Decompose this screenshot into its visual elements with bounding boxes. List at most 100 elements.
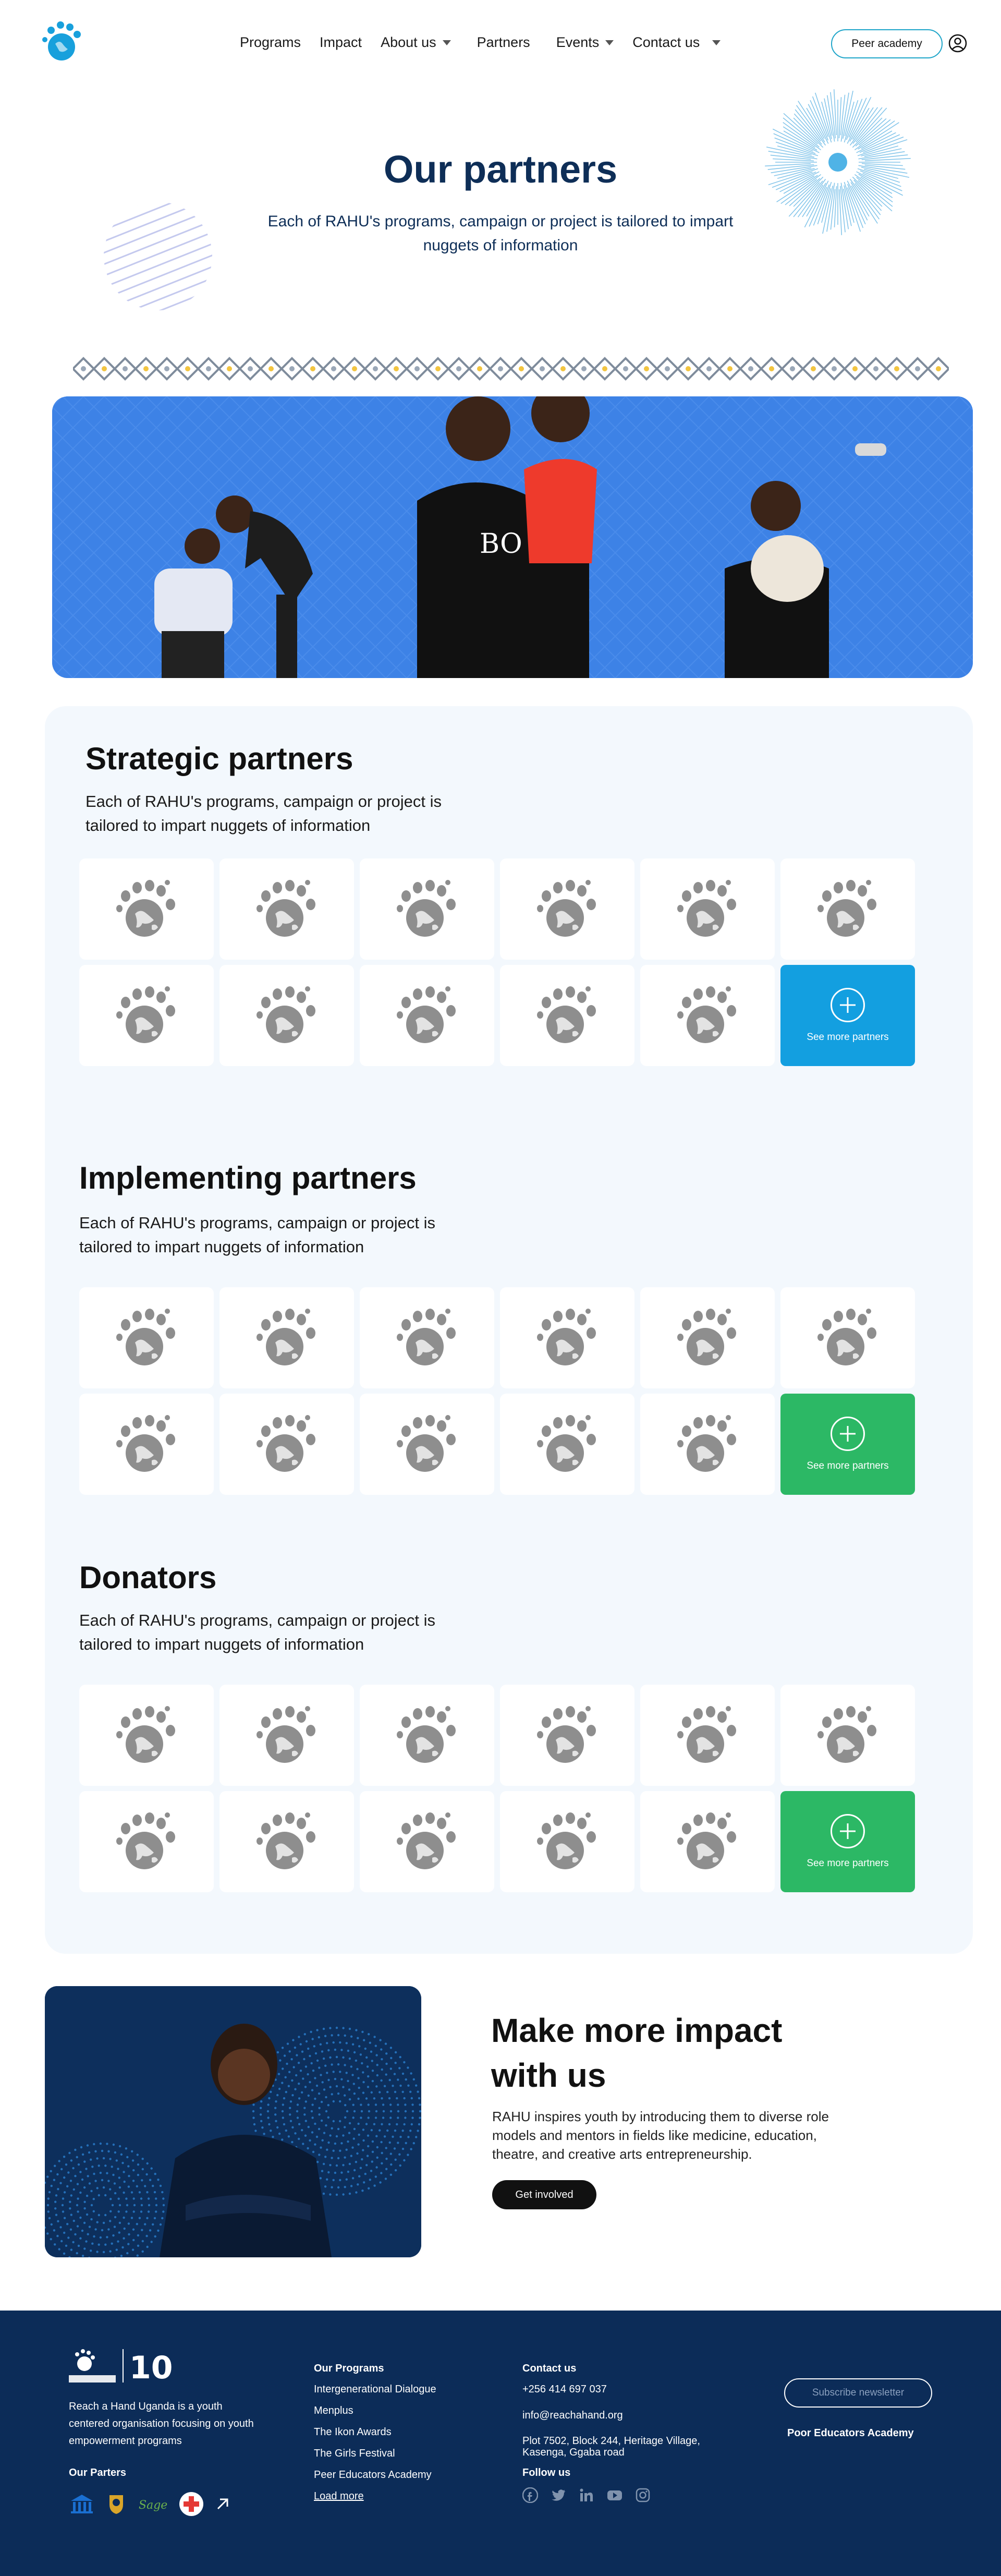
partner-hand-logo-icon (257, 1309, 315, 1365)
partner-hand-logo-icon (116, 986, 175, 1043)
footer-program-link[interactable]: Peer Educators Academy (314, 2469, 436, 2481)
partner-logo-card[interactable] (640, 1394, 775, 1495)
partner-hand-logo-icon (537, 1309, 596, 1365)
partner-hand-logo-icon (537, 880, 596, 937)
partner-logo-card[interactable] (640, 965, 775, 1066)
partner-logo-card[interactable] (219, 858, 354, 960)
partner-hand-logo-icon (677, 1415, 736, 1472)
partner-logo-card[interactable] (640, 858, 775, 960)
chevron-down-icon (712, 40, 721, 45)
get-involved-button[interactable]: Get involved (492, 2180, 596, 2209)
partner-logo-card[interactable] (219, 965, 354, 1066)
partner-logo-card[interactable] (500, 1394, 634, 1495)
see-more-partners-button[interactable]: See more partners (780, 1791, 915, 1892)
footer-programs-heading: Our Programs (314, 2363, 384, 2374)
partner-logo-card[interactable] (640, 1685, 775, 1786)
user-account-icon[interactable] (948, 33, 968, 53)
partner-logo-card[interactable] (780, 1287, 915, 1388)
nav-impact[interactable]: Impact (320, 34, 362, 51)
rahu-logo-icon[interactable] (40, 19, 87, 66)
plus-icon (831, 988, 865, 1022)
footer-program-link[interactable]: The Ikon Awards (314, 2426, 436, 2438)
partner-logo-card[interactable] (219, 1394, 354, 1495)
partner-hand-logo-icon (397, 880, 456, 937)
nav-events[interactable]: Events (556, 34, 614, 51)
partner-logo-card[interactable] (360, 1287, 494, 1388)
nav-about[interactable]: About us (381, 34, 451, 51)
nav-partners-label: Partners (477, 34, 530, 50)
chevron-down-icon (605, 40, 614, 45)
footer-program-link[interactable]: Menplus (314, 2404, 436, 2417)
footer-logo-icon[interactable]: 10 (69, 2348, 173, 2385)
partner-hand-logo-icon (817, 1706, 876, 1763)
partner-logo-card[interactable] (360, 965, 494, 1066)
partner-hand-logo-icon (257, 1415, 315, 1472)
svg-text:Sage: Sage (139, 2499, 167, 2512)
section-desc-strategic: Each of RAHU's programs, campaign or pro… (86, 792, 442, 835)
partner-logo-card[interactable] (640, 1287, 775, 1388)
partner-hand-logo-icon (537, 1415, 596, 1472)
footer-program-link[interactable]: Intergenerational Dialogue (314, 2383, 436, 2396)
partner-logo-card[interactable] (219, 1791, 354, 1892)
partner-hand-logo-icon (537, 1812, 596, 1869)
linkedin-icon[interactable] (579, 2487, 594, 2503)
partner-logo-card[interactable] (360, 1791, 494, 1892)
partner-logo-card[interactable] (500, 1685, 634, 1786)
section-title-donators: Donators (79, 1560, 217, 1595)
partner-logo-card[interactable] (500, 858, 634, 960)
arrow-up-right-icon[interactable] (214, 2495, 231, 2513)
footer-contact-heading: Contact us (522, 2363, 577, 2374)
footer-contact: Contact us +256 414 697 037 info@reachah… (522, 2363, 731, 2503)
red-cross-logo-icon[interactable] (178, 2491, 204, 2517)
nav-programs[interactable]: Programs (240, 34, 301, 51)
peer-academy-button[interactable]: Peer academy (831, 29, 943, 58)
coat-of-arms-icon[interactable] (104, 2492, 128, 2516)
partner-logo-card[interactable] (500, 965, 634, 1066)
footer-phone[interactable]: +256 414 697 037 (522, 2383, 731, 2396)
partner-logo-card[interactable] (79, 1685, 214, 1786)
partner-hand-logo-icon (677, 1812, 736, 1869)
partner-logo-card[interactable] (640, 1791, 775, 1892)
footer-academy-link[interactable]: Poor Educators Academy (787, 2427, 914, 2439)
facebook-icon[interactable] (522, 2487, 538, 2503)
strategic-partners-grid: See more partners (79, 858, 915, 1066)
footer-partners-heading: Our Parters (69, 2467, 127, 2478)
impact-text: RAHU inspires youth by introducing them … (492, 2109, 829, 2162)
partner-logo-card[interactable] (780, 858, 915, 960)
partner-logo-card[interactable] (780, 1685, 915, 1786)
partner-logo-card[interactable] (219, 1287, 354, 1388)
footer-program-link[interactable]: The Girls Festival (314, 2447, 436, 2460)
partner-hand-logo-icon (116, 1415, 175, 1472)
partner-hand-logo-icon (677, 880, 736, 937)
partner-hand-logo-icon (116, 1812, 175, 1869)
instagram-icon[interactable] (635, 2487, 651, 2503)
partner-logo-card[interactable] (79, 1287, 214, 1388)
partner-logo-card[interactable] (360, 858, 494, 960)
footer-description: Reach a Hand Uganda is a youth centered … (69, 2401, 254, 2447)
page-title: Our partners (383, 148, 618, 191)
partner-logo-icon[interactable]: Sage (138, 2492, 169, 2516)
partner-logo-card[interactable] (500, 1791, 634, 1892)
nav-partners[interactable]: Partners (477, 34, 530, 51)
load-more-link[interactable]: Load more (314, 2490, 364, 2502)
donators-grid: See more partners (79, 1685, 915, 1892)
partner-logo-card[interactable] (360, 1685, 494, 1786)
see-more-partners-button[interactable]: See more partners (780, 965, 915, 1066)
partner-logo-card[interactable] (219, 1685, 354, 1786)
youtube-icon[interactable] (607, 2487, 622, 2503)
partner-hand-logo-icon (397, 986, 456, 1043)
partner-logo-card[interactable] (79, 965, 214, 1066)
partner-logo-card[interactable] (79, 858, 214, 960)
partner-hand-logo-icon (537, 986, 596, 1043)
see-more-partners-button[interactable]: See more partners (780, 1394, 915, 1495)
footer-email[interactable]: info@reachahand.org (522, 2409, 731, 2422)
subscribe-newsletter-button[interactable]: Subscribe newsletter (784, 2378, 932, 2408)
partner-logo-card[interactable] (360, 1394, 494, 1495)
partner-hand-logo-icon (257, 1812, 315, 1869)
partner-logo-card[interactable] (79, 1791, 214, 1892)
unesco-logo-icon[interactable] (69, 2494, 95, 2514)
nav-contact[interactable]: Contact us (632, 34, 721, 51)
partner-logo-card[interactable] (500, 1287, 634, 1388)
partner-logo-card[interactable] (79, 1394, 214, 1495)
twitter-icon[interactable] (551, 2487, 566, 2503)
